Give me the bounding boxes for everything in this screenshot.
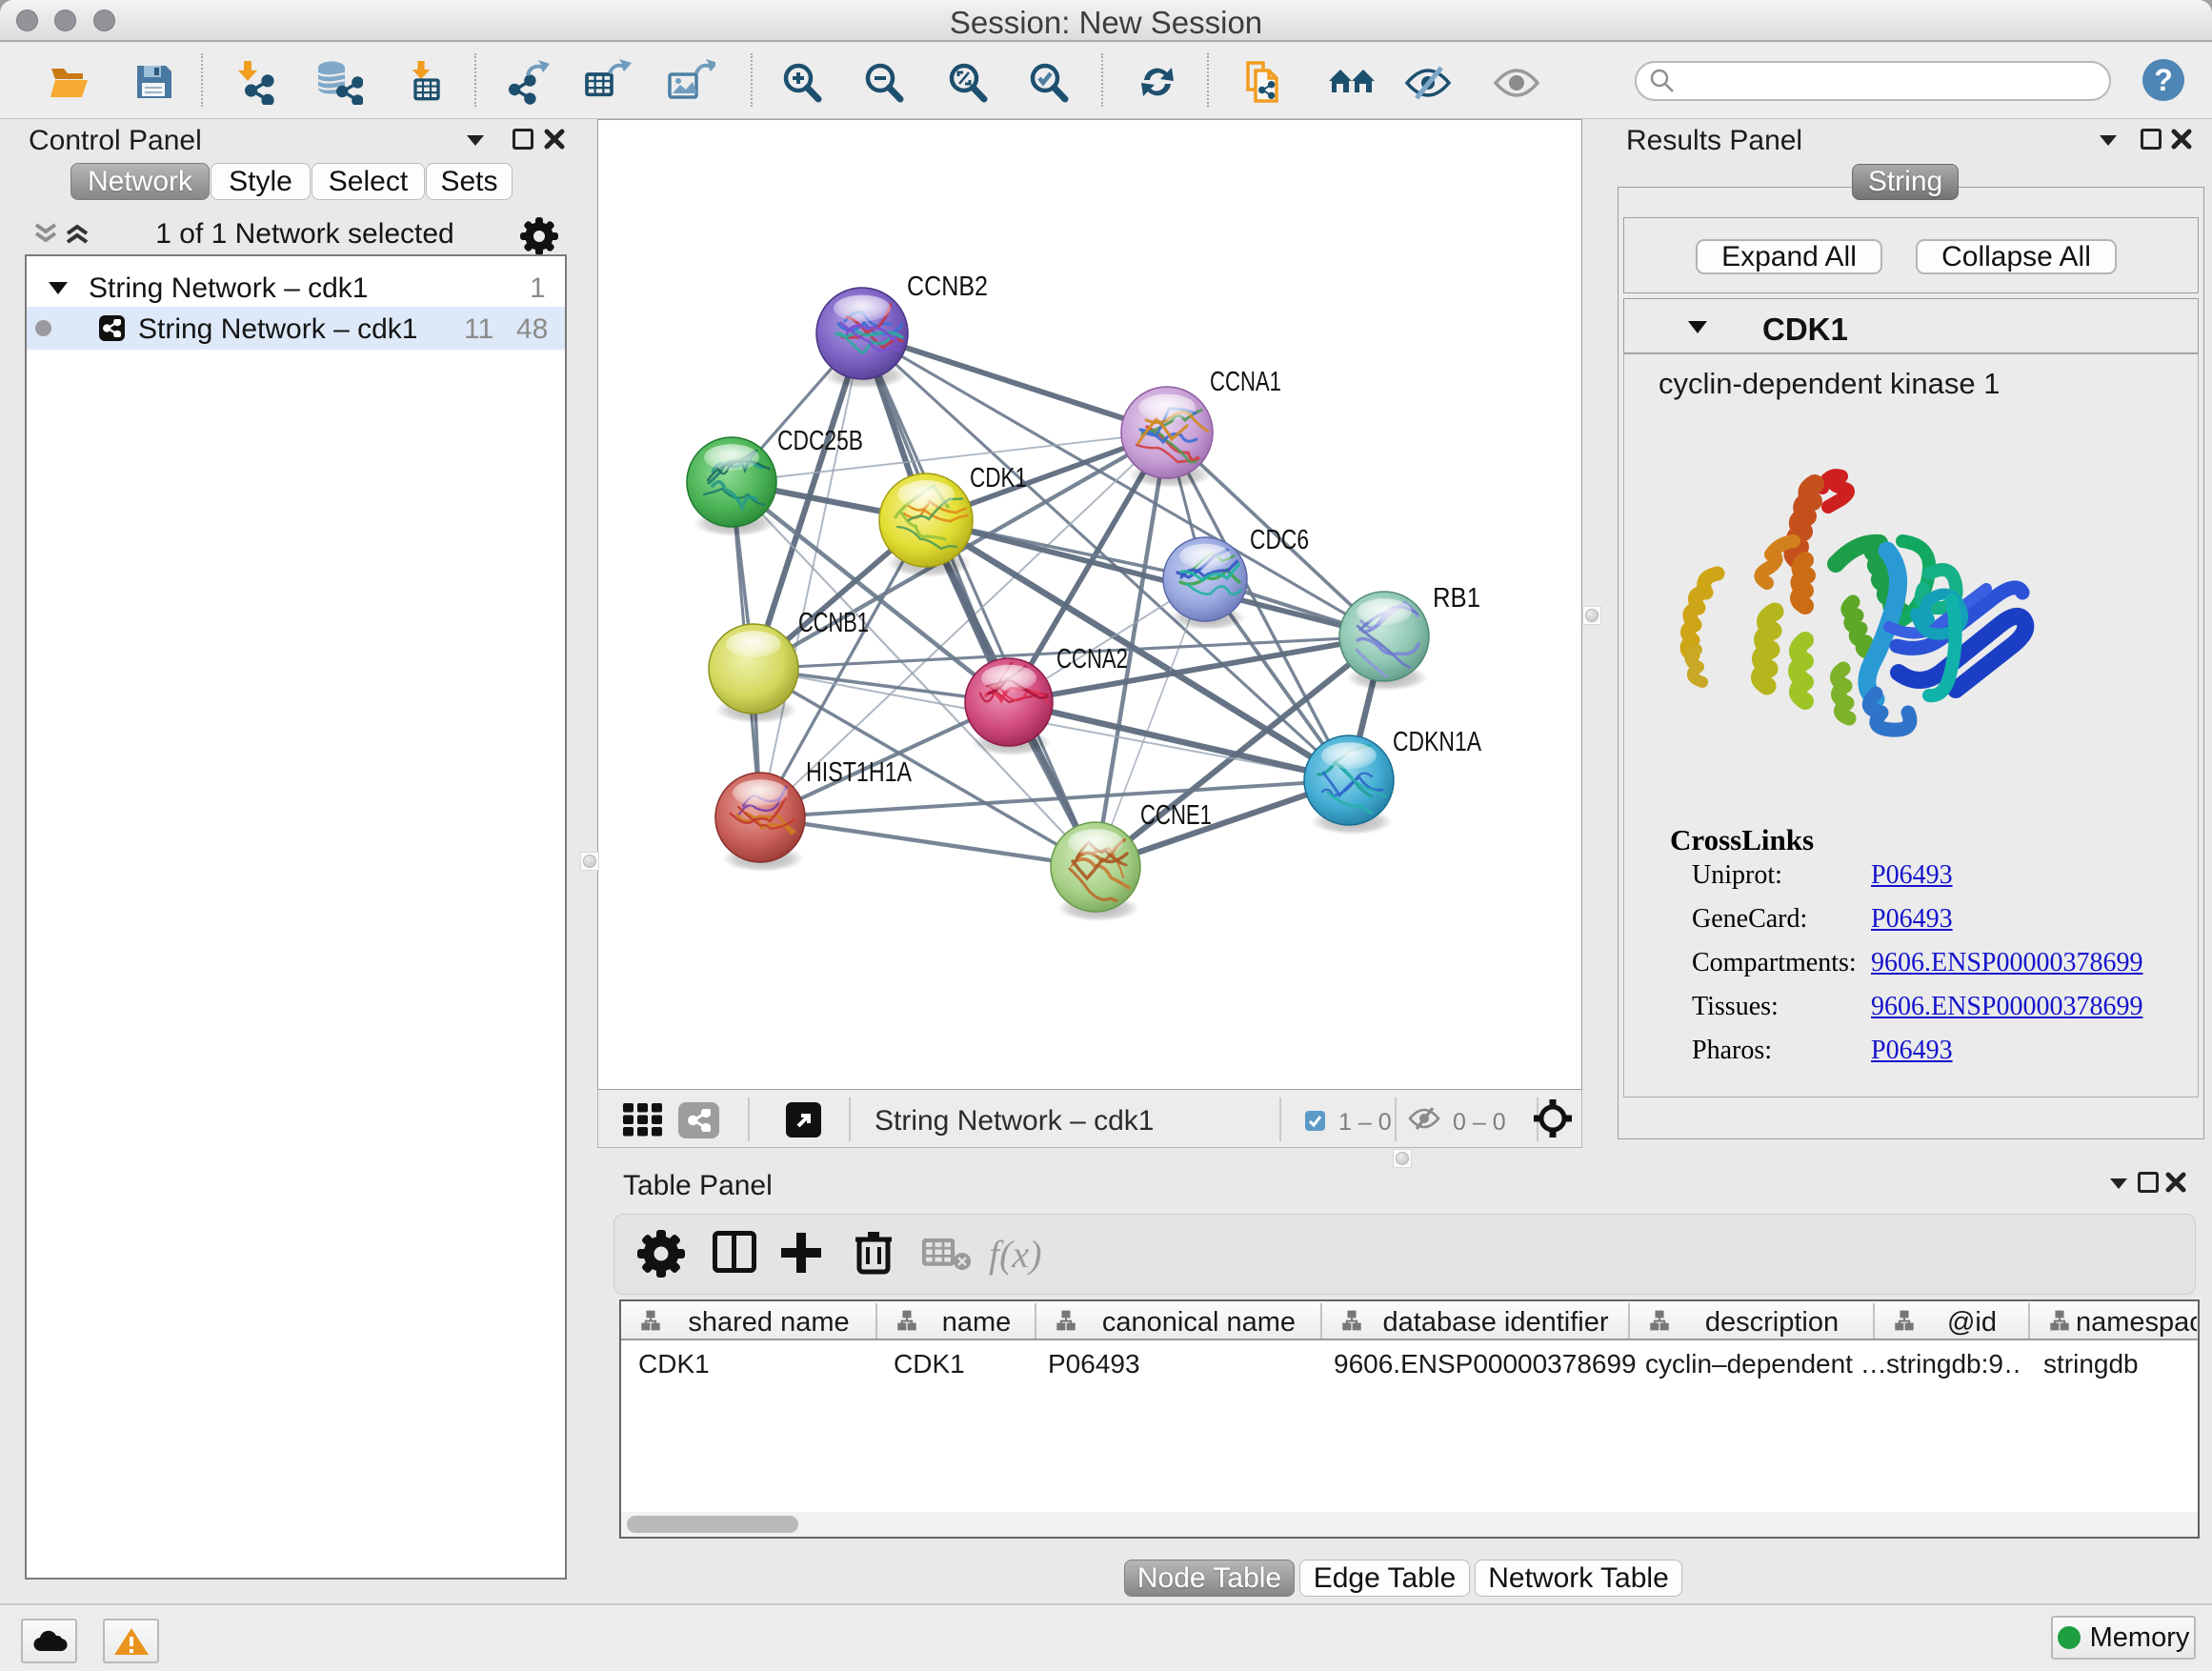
svg-text:CDC6: CDC6 (1250, 525, 1309, 555)
svg-text:CCNA2: CCNA2 (1056, 644, 1128, 674)
svg-text:CCNB1: CCNB1 (798, 608, 869, 638)
svg-text:RB1: RB1 (1433, 583, 1480, 614)
svg-text:CDK1: CDK1 (970, 463, 1027, 493)
svg-text:CDKN1A: CDKN1A (1393, 727, 1482, 757)
svg-text:CDC25B: CDC25B (777, 426, 863, 456)
svg-text:HIST1H1A: HIST1H1A (806, 757, 913, 788)
svg-text:CCNB2: CCNB2 (907, 272, 988, 302)
svg-text:CCNA1: CCNA1 (1210, 367, 1281, 397)
svg-text:CCNE1: CCNE1 (1140, 800, 1212, 831)
